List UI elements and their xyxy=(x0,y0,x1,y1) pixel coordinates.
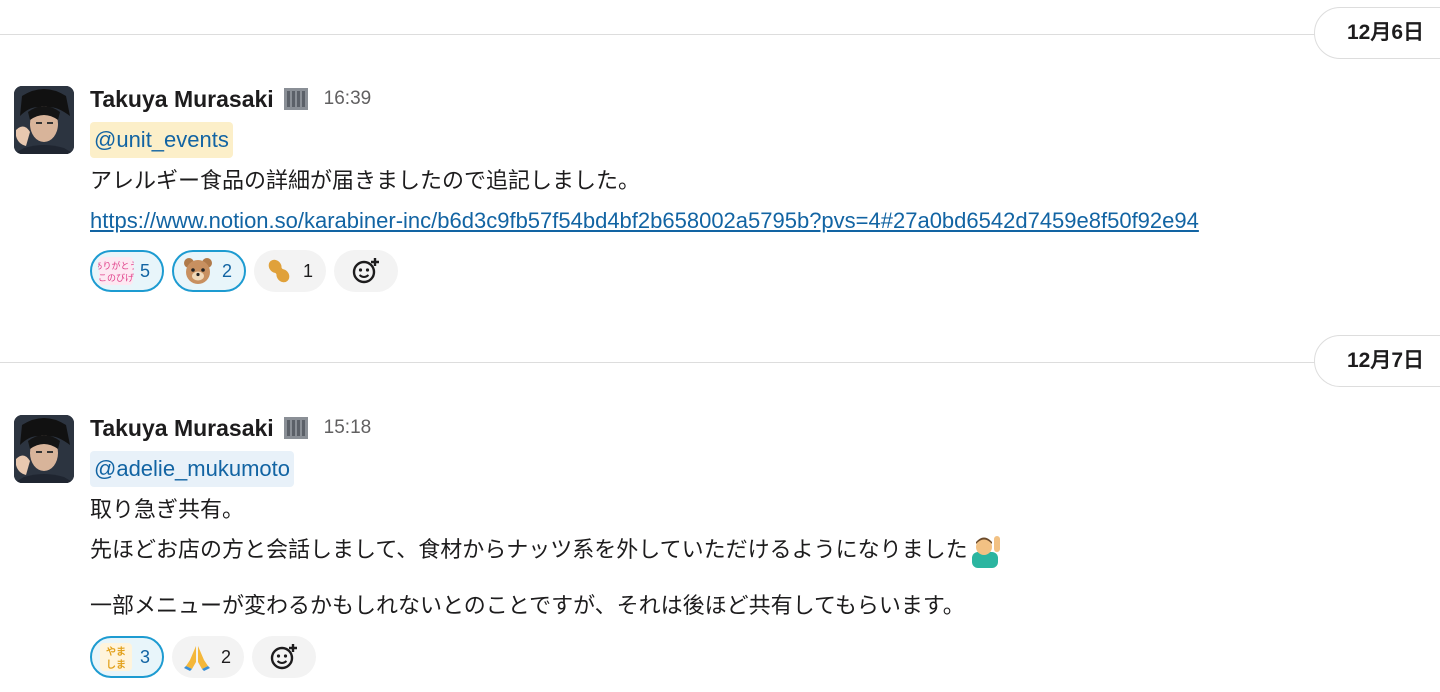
reaction-bear[interactable]: 2 xyxy=(172,250,247,292)
message-header: Takuya Murasaki 16:39 xyxy=(90,84,1440,114)
reaction-bar: やま しま 3 2 xyxy=(90,636,317,678)
svg-text:ありがとう: ありがとう xyxy=(98,260,134,272)
svg-text:しま: しま xyxy=(106,659,126,671)
arigato-sticker-icon: ありがとう このびげ xyxy=(96,254,136,288)
user-mention[interactable]: @unit_events xyxy=(90,122,233,158)
svg-text:やま: やま xyxy=(106,646,126,658)
bear-face-icon xyxy=(178,254,218,288)
message-link-line: https://www.notion.so/karabiner-inc/b6d3… xyxy=(90,204,1199,238)
reaction-count: 3 xyxy=(140,646,151,667)
message-feed: 12月6日 Takuya Murasaki 16:39 @unit_events… xyxy=(0,0,1440,692)
message-text: アレルギー食品の詳細が届きましたので追記しました。 xyxy=(90,168,641,193)
mention-line: @adelie_mukumoto xyxy=(90,451,294,487)
sender-name[interactable]: Takuya Murasaki xyxy=(90,415,274,442)
reaction-bar: ありがとう このびげ 5 xyxy=(90,250,399,292)
reaction-folded-hands[interactable]: 2 xyxy=(172,636,245,678)
divider-line xyxy=(0,362,1440,363)
add-reaction-button[interactable] xyxy=(334,250,399,292)
message-body: Takuya Murasaki 16:39 @unit_events アレルギー… xyxy=(90,84,1440,292)
yoroshiku-sticker-icon: やま しま xyxy=(96,640,136,674)
message-item: Takuya Murasaki 15:18 @adelie_mukumoto 取… xyxy=(0,413,1440,692)
divider-line xyxy=(0,34,1440,35)
building-icon xyxy=(282,415,310,441)
date-pill[interactable]: 12月7日 xyxy=(1314,335,1440,387)
date-pill[interactable]: 12月6日 xyxy=(1314,7,1440,59)
avatar[interactable] xyxy=(14,86,74,154)
reaction-count: 2 xyxy=(222,260,233,281)
peanut-icon xyxy=(259,254,299,288)
svg-text:このびげ: このびげ xyxy=(98,273,134,284)
message-text: 先ほどお店の方と会話しまして、食材からナッツ系を外していただけるようになりました xyxy=(90,537,968,562)
add-emoji-icon xyxy=(270,644,298,670)
timestamp[interactable]: 15:18 xyxy=(324,417,372,439)
building-icon xyxy=(282,86,310,112)
message-item: Takuya Murasaki 16:39 @unit_events アレルギー… xyxy=(0,84,1440,304)
message-body: Takuya Murasaki 15:18 @adelie_mukumoto 取… xyxy=(90,413,1440,678)
reaction-count: 1 xyxy=(303,260,314,281)
folded-hands-icon xyxy=(177,640,217,674)
reaction-count: 5 xyxy=(140,260,151,281)
message-text-row: 先ほどお店の方と会話しまして、食材からナッツ系を外していただけるようになりました xyxy=(90,533,1004,569)
reaction-count: 2 xyxy=(221,646,232,667)
reaction-peanut[interactable]: 1 xyxy=(254,250,327,292)
notion-link[interactable]: https://www.notion.so/karabiner-inc/b6d3… xyxy=(90,208,1199,233)
message-text: 一部メニューが変わるかもしれないとのことですが、それは後ほど共有してもらいます。 xyxy=(90,593,965,618)
date-divider: 12月7日 xyxy=(0,335,1440,391)
user-mention[interactable]: @adelie_mukumoto xyxy=(90,451,294,487)
avatar[interactable] xyxy=(14,415,74,483)
man-raising-hand-icon xyxy=(968,534,1004,569)
reaction-arigato[interactable]: ありがとう このびげ 5 xyxy=(90,250,165,292)
add-emoji-icon xyxy=(352,258,380,284)
sender-name[interactable]: Takuya Murasaki xyxy=(90,86,274,113)
date-divider: 12月6日 xyxy=(0,7,1440,63)
reaction-yoroshiku[interactable]: やま しま 3 xyxy=(90,636,165,678)
mention-line: @unit_events xyxy=(90,122,233,158)
message-header: Takuya Murasaki 15:18 xyxy=(90,413,1440,443)
add-reaction-button[interactable] xyxy=(252,636,317,678)
message-text: 取り急ぎ共有。 xyxy=(90,497,245,522)
timestamp[interactable]: 16:39 xyxy=(324,88,372,110)
